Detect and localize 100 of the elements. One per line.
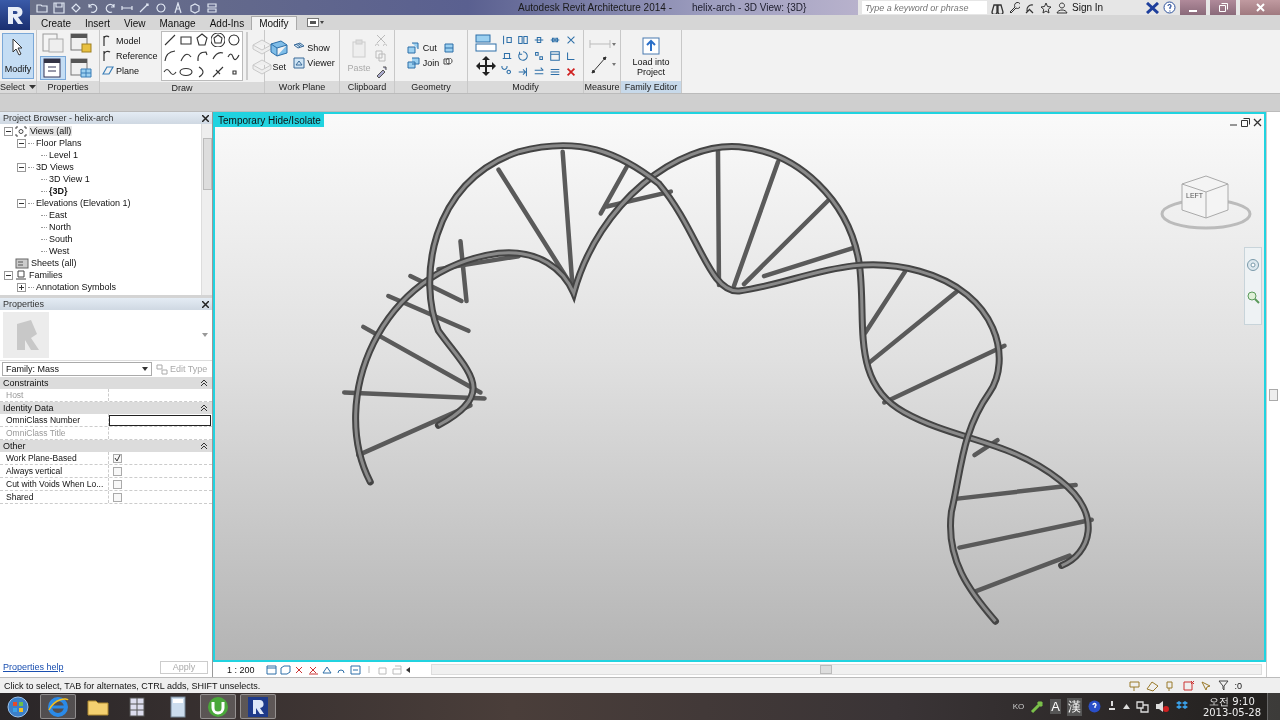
view-control-icon[interactable] — [350, 664, 361, 675]
clock-time[interactable]: 오전 9:10 — [1209, 695, 1255, 707]
selection-option-icon[interactable] — [1182, 679, 1196, 692]
tree-item[interactable]: East — [49, 210, 67, 220]
binoculars-icon[interactable] — [991, 1, 1004, 14]
tree-item[interactable]: {3D} — [49, 186, 68, 196]
minimize-button[interactable] — [1180, 0, 1206, 15]
move-icon[interactable] — [474, 55, 497, 77]
expand-toggle-icon[interactable] — [17, 138, 26, 148]
tree-item[interactable]: Views (all) — [29, 126, 73, 136]
checkbox[interactable] — [113, 479, 122, 489]
expand-toggle-icon[interactable] — [17, 282, 26, 292]
geometry-button[interactable]: Join — [422, 58, 440, 68]
toolbar-icon[interactable] — [36, 1, 48, 14]
monitor-icon[interactable] — [1135, 700, 1149, 713]
hanja-mode[interactable]: 漢 — [1066, 697, 1082, 716]
view-control-icon[interactable] — [294, 664, 305, 675]
ribbon-tab[interactable]: Insert — [78, 16, 118, 30]
ime-mode[interactable]: A — [1050, 699, 1061, 714]
tree-item[interactable]: North — [49, 222, 71, 232]
close-button[interactable] — [202, 300, 209, 308]
caret-icon[interactable] — [29, 85, 36, 89]
expand-toggle-icon[interactable] — [17, 162, 26, 172]
wrench-icon[interactable] — [1008, 1, 1020, 14]
copy-icon[interactable] — [532, 49, 545, 62]
join-geometry-icon[interactable] — [406, 57, 421, 69]
toolbar-icon[interactable] — [189, 1, 201, 14]
toolbar-icon[interactable] — [172, 1, 184, 14]
family-category-icon[interactable] — [69, 57, 93, 80]
tree-item[interactable]: 3D View 1 — [49, 174, 90, 184]
pentagon-icon[interactable] — [210, 33, 225, 47]
user-icon[interactable] — [1056, 1, 1068, 14]
align-icon[interactable] — [500, 33, 513, 46]
toolbar-icon[interactable] — [87, 1, 99, 14]
tree-item[interactable]: Floor Plans — [36, 138, 82, 148]
expand-toggle-icon[interactable] — [17, 198, 26, 208]
mirror-icon[interactable] — [516, 33, 529, 46]
help-icon[interactable] — [1087, 700, 1101, 713]
scale-icon[interactable] — [548, 49, 561, 62]
toolbar-icon[interactable] — [206, 1, 218, 14]
expand-toggle-icon[interactable] — [4, 270, 13, 280]
ime-icon[interactable] — [1030, 699, 1045, 714]
view-control-icon[interactable] — [266, 664, 277, 675]
expand-toggle-icon[interactable] — [4, 126, 13, 136]
filter-icon[interactable] — [1218, 680, 1230, 691]
ribbon-tab[interactable]: Manage — [152, 16, 203, 30]
collapse-icon[interactable] — [201, 405, 207, 411]
application-menu-button[interactable] — [0, 0, 30, 30]
clock-date[interactable]: 2013-05-28 — [1202, 706, 1261, 718]
geometry-button[interactable]: Cut — [422, 43, 437, 53]
selection-option-icon[interactable] — [1128, 679, 1142, 692]
panel-toggle-icon[interactable] — [306, 18, 325, 27]
ribbon-tab[interactable]: Create — [34, 16, 78, 30]
checkbox[interactable] — [113, 466, 122, 476]
close-button[interactable] — [202, 114, 209, 122]
close-icon[interactable] — [1253, 118, 1262, 127]
tree-item[interactable]: Families — [29, 270, 63, 280]
work-plane-button[interactable]: Show — [307, 43, 330, 53]
view-control-icon[interactable] — [280, 664, 291, 675]
pick-line-icon[interactable] — [210, 65, 225, 79]
arc-icon[interactable] — [162, 49, 177, 63]
view-scale[interactable]: 1 : 200 — [227, 664, 263, 675]
viewer-icon[interactable] — [293, 57, 306, 69]
restore-icon[interactable] — [1241, 118, 1250, 127]
cut-geometry-icon[interactable] — [406, 42, 421, 54]
ribbon-tab[interactable]: Modify — [251, 16, 297, 30]
sign-in-link[interactable]: Sign In — [1072, 2, 1142, 13]
type-properties-icon[interactable] — [41, 57, 65, 80]
set-button[interactable]: Set — [269, 39, 290, 72]
checkbox[interactable] — [113, 453, 122, 463]
scrollbar[interactable] — [1269, 388, 1278, 401]
toolbar-icon[interactable] — [155, 1, 167, 14]
toolbar-icon[interactable] — [138, 1, 150, 14]
family-types-icon[interactable] — [69, 31, 93, 54]
properties-help-link[interactable]: Properties help — [3, 662, 64, 672]
pentagon-icon[interactable] — [194, 33, 209, 47]
checkbox[interactable] — [113, 492, 122, 502]
draw-tool-button[interactable]: Model — [116, 36, 141, 46]
match-properties-icon[interactable] — [374, 65, 387, 78]
restore-button[interactable] — [1210, 0, 1236, 15]
draw-tool-button[interactable]: Plane — [116, 66, 140, 76]
taskbar-app-button[interactable] — [240, 694, 276, 719]
line-icon[interactable] — [162, 33, 177, 47]
caret-icon[interactable] — [1122, 704, 1130, 709]
collapse-icon[interactable] — [201, 380, 207, 386]
toolbar-icon[interactable] — [70, 1, 82, 14]
rotate-icon[interactable] — [516, 49, 529, 62]
draw-tool-button[interactable]: Reference — [116, 51, 158, 61]
ribbon-tab[interactable]: Add-Ins — [202, 16, 252, 30]
tree-item[interactable]: Elevations (Elevation 1) — [36, 198, 131, 208]
delete-icon[interactable] — [564, 65, 577, 78]
tree-item[interactable]: 3D Views — [36, 162, 74, 172]
ribbon-tab[interactable]: View — [117, 16, 153, 30]
tree-item[interactable]: South — [49, 234, 73, 244]
search-field[interactable]: Type a keyword or phrase — [862, 1, 987, 14]
view-control-icon[interactable] — [322, 664, 333, 675]
work-plane-button[interactable]: Viewer — [307, 58, 335, 68]
wall-joins-icon[interactable] — [443, 41, 456, 54]
toolbar-icon[interactable] — [53, 1, 65, 14]
taskbar-app-button[interactable] — [200, 694, 236, 719]
